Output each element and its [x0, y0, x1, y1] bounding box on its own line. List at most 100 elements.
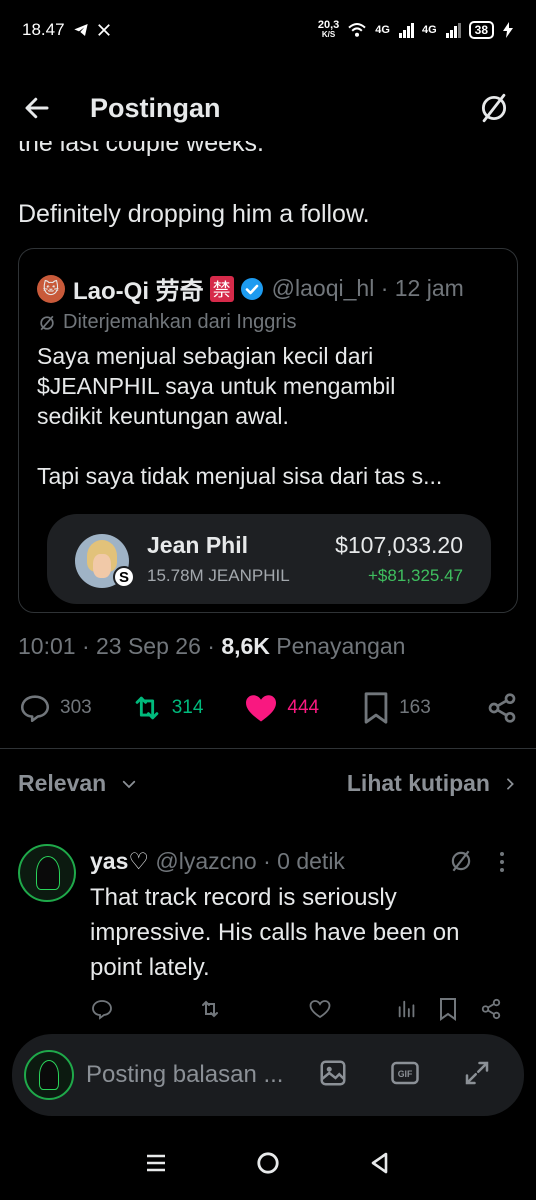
home-button[interactable] — [255, 1150, 281, 1181]
like-button[interactable]: 444 — [243, 690, 319, 726]
top-app-bar: Postingan — [0, 75, 536, 141]
gif-icon: GIF — [391, 1061, 419, 1084]
quoted-line-3: sedikit keuntungan awal. — [37, 403, 289, 429]
expand-icon — [465, 1061, 489, 1084]
translate-icon — [451, 850, 471, 872]
quoted-post-body: Saya menjual sebagian kecil dari $JEANPH… — [37, 341, 507, 521]
quoted-post-header: 🐱 Lao-Qi 劳奇 禁 @laoqi_hl · 12 jam — [37, 271, 464, 306]
quoted-line-1: Saya menjual sebagian kecil dari — [37, 343, 374, 369]
reply-input[interactable]: Posting balasan ... — [86, 1061, 283, 1089]
page-title: Postingan — [90, 92, 221, 123]
triangle-back-icon — [372, 1152, 388, 1173]
like-count: 444 — [287, 697, 320, 718]
token-name: Jean Phil — [147, 532, 248, 558]
translate-icon — [40, 315, 54, 330]
view-quotes-link[interactable]: Lihat kutipan — [347, 770, 518, 797]
system-navigation-bar — [0, 1130, 536, 1200]
token-holdings: 15.78M JEANPHIL — [147, 566, 290, 585]
sort-dropdown[interactable]: Relevan — [18, 770, 138, 797]
status-time: 18.47 — [22, 20, 65, 39]
reply-like-button[interactable] — [308, 997, 332, 1021]
quoted-post[interactable]: 🐱 Lao-Qi 劳奇 禁 @laoqi_hl · 12 jam Diterje… — [18, 248, 518, 613]
token-chain-badge: S — [113, 566, 135, 588]
translate-post-button[interactable] — [474, 88, 514, 128]
reply-views-button[interactable] — [396, 998, 418, 1020]
share-icon — [481, 998, 501, 1020]
post-metadata: 10:01 · 23 Sep 26 · 8,6K Penayangan — [18, 633, 405, 660]
views-chart-icon — [398, 1000, 415, 1018]
charging-icon — [503, 22, 513, 38]
translated-indicator: Diterjemahkan dari Inggris — [37, 311, 296, 334]
sort-label: Relevan — [18, 770, 107, 796]
back-button[interactable] — [22, 84, 70, 132]
speed-value: 20,3 — [317, 19, 340, 31]
image-icon — [320, 1060, 346, 1085]
network-speed: 20,3 K/S — [318, 20, 339, 40]
signal-icon-2 — [445, 23, 461, 38]
wifi-icon — [348, 23, 366, 37]
quoted-post-paragraph-1: Saya menjual sebagian kecil dari $JEANPH… — [37, 341, 507, 431]
token-value: $107,033.20 — [335, 532, 463, 558]
add-image-button[interactable] — [318, 1058, 348, 1093]
reply-bookmark-button[interactable] — [438, 997, 458, 1021]
translate-icon — [481, 93, 507, 123]
reply-author-handle-time: @lyazcno · 0 detik — [149, 848, 345, 874]
circle-home-icon — [257, 1151, 279, 1174]
signal-icon-1 — [398, 23, 414, 38]
current-user-avatar — [24, 1050, 74, 1100]
speed-unit: K/S — [321, 30, 336, 39]
reply-icon — [20, 695, 50, 723]
reply-reply-button[interactable] — [90, 997, 114, 1021]
reply-share-button[interactable] — [480, 998, 502, 1020]
reply-author-name[interactable]: yas♡ — [90, 848, 149, 874]
reply-repost-button[interactable] — [198, 997, 222, 1021]
x-logo-icon — [97, 24, 110, 36]
reply-button[interactable]: 303 — [18, 691, 92, 725]
views-label: Penayangan — [269, 633, 406, 659]
reply-icon — [92, 1000, 112, 1020]
chevron-right-icon — [507, 777, 514, 790]
repost-button[interactable]: 314 — [130, 691, 203, 725]
bookmark-button[interactable]: 163 — [361, 691, 431, 725]
views-count[interactable]: 8,6K — [221, 633, 270, 659]
translated-label: Diterjemahkan dari Inggris — [63, 311, 297, 333]
reply-more-button[interactable] — [498, 850, 506, 874]
quoted-author-badge: 禁 — [209, 275, 234, 302]
view-quotes-label: Lihat kutipan — [346, 770, 490, 796]
share-button[interactable] — [486, 692, 518, 724]
chevron-down-icon — [123, 780, 136, 788]
bookmark-icon — [440, 998, 456, 1021]
expand-composer-button[interactable] — [462, 1058, 492, 1093]
reply-count: 303 — [60, 697, 92, 718]
post-text: Definitely dropping him a follow. — [18, 200, 370, 228]
replies-filter-row: Relevan Lihat kutipan — [18, 770, 518, 797]
network-type-1: 4G — [375, 24, 390, 36]
arrow-left-icon — [25, 97, 49, 119]
network-type-2: 4G — [421, 24, 437, 36]
quoted-line-2: $JEANPHIL saya untuk mengambil — [37, 373, 396, 399]
reply-composer[interactable]: Posting balasan ... GIF — [12, 1034, 524, 1116]
menu-lines-icon — [146, 1154, 165, 1171]
reply-header: yas♡ @lyazcno · 0 detik — [90, 848, 345, 875]
token-profit: +$81,325.47 — [367, 566, 463, 585]
reply-action-bar — [90, 994, 518, 1024]
quoted-author-avatar[interactable]: 🐱 — [37, 274, 65, 303]
reply-translate-button[interactable] — [448, 848, 474, 879]
add-gif-button[interactable]: GIF — [390, 1058, 420, 1093]
battery-indicator: 38 — [468, 21, 494, 39]
verified-badge-icon — [240, 277, 263, 300]
more-vertical-icon — [500, 852, 504, 872]
quoted-post-paragraph-2: Tapi saya tidak menjual sisa dari tas s.… — [37, 461, 507, 491]
share-icon — [488, 693, 516, 723]
token-card[interactable]: S Jean Phil 15.78M JEANPHIL $107,033.20 … — [47, 514, 491, 604]
repost-icon — [135, 696, 159, 720]
quoted-author-name[interactable]: Lao-Qi 劳奇 — [73, 271, 204, 306]
heart-icon — [309, 1000, 331, 1019]
system-back-button[interactable] — [368, 1151, 392, 1180]
post-action-bar: 303 314 444 163 — [18, 688, 518, 728]
divider — [0, 748, 536, 749]
heart-filled-icon — [246, 695, 277, 722]
reply-author-avatar[interactable] — [18, 844, 76, 902]
composer-toolbar: GIF — [318, 1058, 512, 1093]
recent-apps-button[interactable] — [144, 1151, 168, 1180]
